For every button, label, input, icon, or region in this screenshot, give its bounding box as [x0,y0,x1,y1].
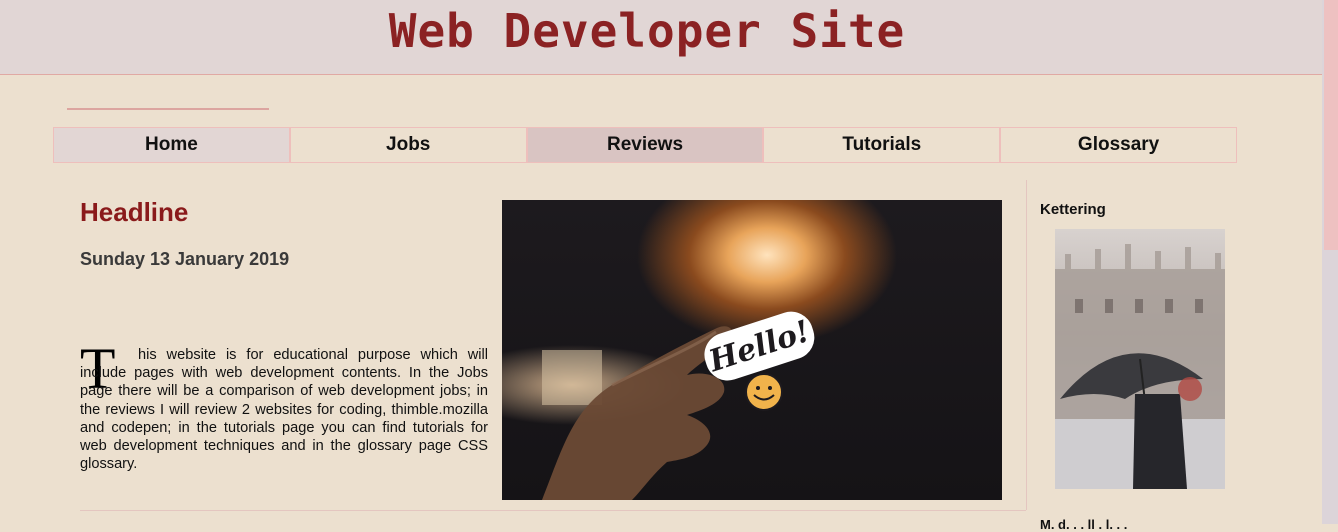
nav-item-tutorials[interactable]: Tutorials [763,127,1001,163]
aside-title: Kettering [1040,201,1106,218]
site-title: Web Developer Site [388,4,906,58]
building-window [1075,299,1083,313]
article-body: his website is for educational purpose w… [80,347,488,473]
building-window [1105,299,1113,313]
aside-photo-umbrella-in-snow [1055,229,1225,489]
aside-next-heading: M. d. . . ll . l. . . [1040,517,1128,532]
article-headline: Headline [80,197,189,227]
article-date: Sunday 13 January 2019 [80,249,290,269]
red-car [1178,377,1202,401]
building-window [1135,299,1143,313]
decorative-divider [67,108,269,110]
main-nav: Home Jobs Reviews Tutorials Glossary [53,127,1237,163]
nav-item-glossary[interactable]: Glossary [1000,127,1237,163]
smiley-face-icon [745,373,783,411]
scrollbar-thumb[interactable] [1324,0,1338,250]
building-window [1195,299,1203,313]
site-header: Web Developer Site [0,0,1322,75]
content-divider [80,510,1026,511]
nav-item-home[interactable]: Home [53,127,290,163]
hero-illustration: Hello! [542,311,815,500]
smiley-eye-right [768,386,772,390]
people-figures [1133,394,1187,489]
hero-image-hello-sticker: Hello! [502,200,1002,500]
aside-illustration [1055,244,1225,489]
nav-item-reviews[interactable]: Reviews [526,127,764,163]
nav-item-jobs[interactable]: Jobs [289,127,527,163]
sidebar-divider [1026,180,1027,510]
smiley-eye-left [756,386,760,390]
background-window-glow [542,350,602,405]
building-window [1165,299,1173,313]
